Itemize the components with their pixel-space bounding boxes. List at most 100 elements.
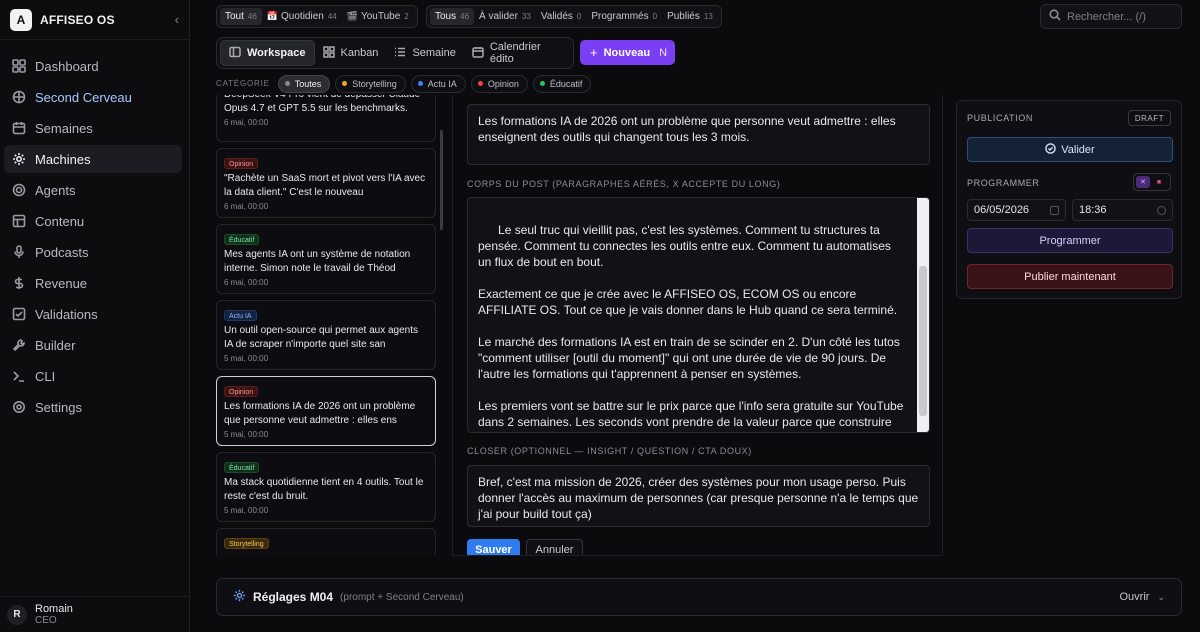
list-item[interactable]: DeepSeek V4 Pro vient de dépasser Claude… [216, 95, 436, 142]
search-icon [1049, 9, 1067, 24]
body-text: Le seul truc qui vieillit pas, c'est les… [478, 223, 904, 432]
filter-status-programmes[interactable]: Programmés 0 [586, 8, 662, 25]
sidebar: A AFFISEO OS ‹ Dashboard Second Cerveau … [0, 0, 190, 632]
chip-toutes[interactable]: Toutes [277, 74, 331, 93]
date-input[interactable]: 06/05/2026 [967, 199, 1066, 221]
filter-source-youtube[interactable]: 🎬 YouTube 2 [342, 8, 414, 25]
filter-label: Publiés [667, 11, 700, 22]
date-value: 06/05/2026 [974, 204, 1030, 216]
list-scrollbar[interactable] [440, 130, 443, 230]
body-field-label: CORPS DU POST (PARAGRAPHES AÉRÉS, X ACCE… [467, 179, 781, 189]
chip-opinion[interactable]: Opinion [470, 74, 528, 93]
avatar: R [7, 604, 27, 625]
mic-icon [12, 245, 26, 259]
list-item-selected[interactable]: Opinion Les formations IA de 2026 ont un… [216, 376, 436, 446]
brand-logo: A [10, 8, 32, 31]
user-profile[interactable]: R Romain CEO [0, 596, 190, 632]
filter-count: 33 [521, 12, 531, 21]
category-label: CATÉGORIE [216, 79, 270, 88]
card-date: 5 mai, 00:00 [224, 430, 269, 439]
filter-status-a-valider[interactable]: À valider 33 [474, 8, 536, 25]
filter-status-tous[interactable]: Tous 46 [430, 8, 475, 25]
tab-workspace[interactable]: Workspace [220, 40, 315, 66]
publish-now-button[interactable]: Publier maintenant [967, 264, 1173, 289]
sidebar-item-validations[interactable]: Validations [4, 300, 182, 328]
publication-title: PUBLICATION [967, 113, 1033, 123]
x-network-icon[interactable]: ✕ [1136, 176, 1150, 188]
filter-status-publies[interactable]: Publiés 13 [662, 8, 718, 25]
sidebar-item-contenu[interactable]: Contenu [4, 207, 182, 235]
sidebar-item-cli[interactable]: CLI [4, 362, 182, 390]
category-badge: Opinion [224, 386, 259, 397]
sidebar-item-podcasts[interactable]: Podcasts [4, 238, 182, 266]
closer-textarea[interactable]: Bref, c'est ma mission de 2026, créer de… [467, 465, 930, 527]
category-filter: CATÉGORIE Toutes Storytelling Actu IA Op… [216, 74, 596, 93]
filter-count: 0 [576, 12, 582, 21]
calendar-icon[interactable] [1050, 206, 1059, 215]
chip-label: Actu IA [427, 78, 457, 89]
tab-label: Calendrier édito [489, 41, 541, 65]
sidebar-item-revenue[interactable]: Revenue [4, 269, 182, 297]
card-date: 6 mai, 00:00 [224, 202, 269, 211]
list-icon [394, 46, 412, 61]
plus-icon: + [590, 45, 598, 60]
tab-calendrier[interactable]: Calendrier édito [464, 40, 570, 66]
card-text: Ma stack quotidienne tient en 4 outils. … [224, 477, 424, 502]
body-textarea[interactable]: Le seul truc qui vieillit pas, c'est les… [467, 197, 930, 433]
instagram-network-icon[interactable]: ■ [1152, 176, 1166, 188]
list-item[interactable]: Éducatif Ma stack quotidienne tient en 4… [216, 452, 436, 522]
chip-educatif[interactable]: Éducatif [532, 74, 592, 93]
filter-source-tout[interactable]: Tout 46 [220, 8, 262, 25]
settings-icon [12, 400, 26, 414]
chip-label: Toutes [294, 78, 322, 89]
layout-icon [12, 214, 26, 228]
chip-storytelling[interactable]: Storytelling [335, 74, 406, 93]
validate-button[interactable]: Valider [967, 137, 1173, 162]
list-item[interactable]: Éducatif Mes agents IA ont un système de… [216, 224, 436, 294]
check-circle-icon [1045, 142, 1061, 157]
filter-status-valides[interactable]: Validés 0 [536, 8, 587, 25]
gear-icon [233, 589, 253, 605]
save-button[interactable]: Sauver [467, 539, 520, 555]
card-text: Un outil open-source qui permet aux agen… [224, 325, 419, 350]
list-item[interactable]: Storytelling [216, 528, 436, 555]
collapse-sidebar-icon[interactable]: ‹ [175, 12, 179, 27]
filter-label: YouTube [360, 11, 401, 22]
sidebar-item-second-cerveau[interactable]: Second Cerveau [4, 83, 182, 111]
tab-semaine[interactable]: Semaine [386, 40, 463, 66]
status-badge: DRAFT [1127, 110, 1171, 126]
settings-subtitle: (prompt + Second Cerveau) [340, 591, 464, 603]
sidebar-item-builder[interactable]: Builder [4, 331, 182, 359]
status-filter-group: Tous 46 À valider 33 Validés 0 Programmés 0 … [426, 5, 722, 28]
sidebar-item-label: Machines [35, 151, 91, 167]
list-item[interactable]: Opinion "Rachète un SaaS mort et pivot v… [216, 148, 436, 218]
cancel-button[interactable]: Annuler [526, 539, 583, 555]
tab-kanban[interactable]: Kanban [315, 40, 387, 66]
textarea-scrollbar[interactable] [917, 198, 929, 432]
sidebar-item-agents[interactable]: Agents [4, 176, 182, 204]
dot-icon [342, 81, 348, 86]
check-square-icon [12, 307, 26, 321]
chevron-down-icon: ⌄ [1157, 591, 1165, 602]
filter-count: 44 [327, 12, 337, 21]
time-input[interactable]: 18:36 [1072, 199, 1173, 221]
sidebar-item-machines[interactable]: Machines [4, 145, 182, 173]
clock-icon[interactable] [1157, 206, 1166, 215]
scrollbar-thumb[interactable] [919, 266, 927, 416]
sidebar-item-semaines[interactable]: Semaines [4, 114, 182, 142]
sidebar-item-label: Validations [35, 306, 98, 322]
search-input[interactable]: Rechercher... (/) [1040, 4, 1182, 29]
filter-source-quotidien[interactable]: 📅 Quotidien 44 [262, 8, 342, 25]
sidebar-item-label: Settings [35, 399, 82, 415]
chip-actu-ia[interactable]: Actu IA [410, 74, 466, 93]
filter-label: Programmés [591, 11, 649, 22]
settings-accordion[interactable]: Réglages M04 (prompt + Second Cerveau) O… [216, 578, 1182, 616]
chip-label: Storytelling [352, 78, 397, 89]
sidebar-item-dashboard[interactable]: Dashboard [4, 52, 182, 80]
sidebar-item-settings[interactable]: Settings [4, 393, 182, 421]
hook-textarea[interactable]: Les formations IA de 2026 ont un problèm… [467, 104, 930, 165]
list-item[interactable]: Actu IA Un outil open-source qui permet … [216, 300, 436, 370]
schedule-button[interactable]: Programmer [967, 228, 1173, 253]
open-button[interactable]: Ouvrir ⌄ [1120, 591, 1166, 603]
new-button[interactable]: + Nouveau N [580, 40, 675, 65]
